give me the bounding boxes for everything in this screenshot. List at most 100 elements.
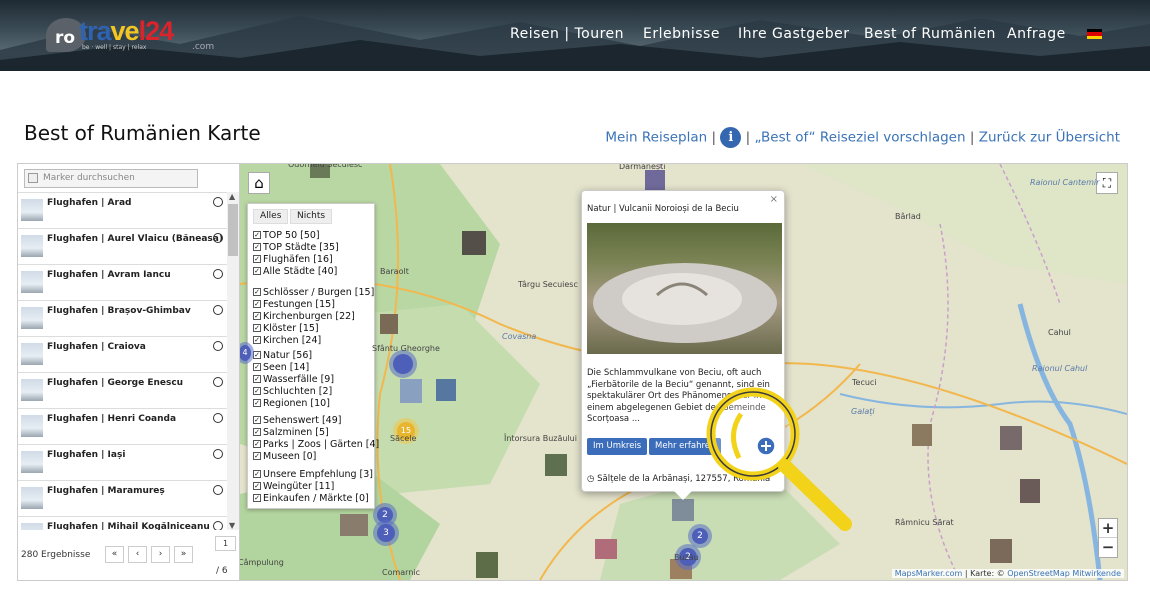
zoom-out-button[interactable]: − xyxy=(1099,538,1117,557)
checkbox-icon[interactable]: ✓ xyxy=(253,299,261,308)
airport-thumbnail xyxy=(21,235,43,257)
checkbox-icon[interactable]: ✓ xyxy=(253,469,261,478)
mapsmarker-link[interactable]: MapsMarker.com xyxy=(895,569,963,578)
marker-cluster[interactable]: 3 xyxy=(373,520,399,546)
nav-gastgeber[interactable]: Ihre Gastgeber xyxy=(738,26,849,44)
radius-button[interactable]: Im Umkreis xyxy=(587,438,648,455)
clock-icon[interactable] xyxy=(213,341,223,351)
filter-item[interactable]: ✓ Alle Städte [40] xyxy=(253,266,337,277)
site-logo[interactable]: ro travel24 be · well | stay | relax .co… xyxy=(46,14,216,54)
checkbox-icon[interactable]: ✓ xyxy=(253,335,261,344)
checkbox-icon[interactable]: ✓ xyxy=(253,439,261,448)
nav-best-of[interactable]: Best of Rumänien xyxy=(864,26,996,44)
scroll-up-icon[interactable]: ▲ xyxy=(229,192,235,201)
checkbox-icon[interactable]: ✓ xyxy=(253,451,261,460)
clock-icon[interactable] xyxy=(213,269,223,279)
german-flag-icon[interactable] xyxy=(1087,29,1102,39)
list-item[interactable]: Flughafen | Iași xyxy=(18,445,227,481)
separator: | xyxy=(711,129,717,146)
filter-item[interactable]: ✓ Unsere Empfehlung [3] xyxy=(253,469,373,480)
osm-link[interactable]: OpenStreetMap Mitwirkende xyxy=(1007,569,1121,578)
clock-icon[interactable] xyxy=(213,485,223,495)
filter-item[interactable]: ✓ Sehenswert [49] xyxy=(253,415,341,426)
checkbox-icon[interactable]: ✓ xyxy=(253,350,261,359)
list-item[interactable]: Flughafen | Avram Iancu xyxy=(18,265,227,301)
back-link[interactable]: Zurück zur Übersicht xyxy=(979,130,1120,146)
select-all-button[interactable]: Alles xyxy=(253,209,289,224)
checkbox-icon[interactable]: ✓ xyxy=(253,323,261,332)
filter-item[interactable]: ✓ Schluchten [2] xyxy=(253,386,332,397)
clock-icon[interactable] xyxy=(213,521,223,530)
checkbox-icon[interactable]: ✓ xyxy=(253,266,261,275)
filter-item[interactable]: ✓ TOP Städte [35] xyxy=(253,242,339,253)
close-icon[interactable]: × xyxy=(770,194,778,205)
filter-item[interactable]: ✓ Weingüter [11] xyxy=(253,481,334,492)
reiseplan-link[interactable]: Mein Reiseplan xyxy=(605,130,707,146)
checkbox-icon[interactable]: ✓ xyxy=(253,374,261,383)
list-item[interactable]: Flughafen | Maramureș xyxy=(18,481,227,517)
checkbox-icon[interactable]: ✓ xyxy=(253,493,261,502)
last-page-button[interactable]: » xyxy=(174,546,193,563)
filter-item[interactable]: ✓ Schlösser / Burgen [15] xyxy=(253,287,374,298)
filter-item[interactable]: ✓ Museen [0] xyxy=(253,451,316,462)
checkbox-icon[interactable]: ✓ xyxy=(253,311,261,320)
list-item[interactable]: Flughafen | Arad xyxy=(18,193,227,229)
map-canvas[interactable]: ⌂ ⛶ Alles Nichts ✓ TOP 50 [50] ✓ TOP Städte… xyxy=(240,164,1127,580)
checkbox-icon[interactable]: ✓ xyxy=(253,481,261,490)
checkbox-icon[interactable]: ✓ xyxy=(253,287,261,296)
clock-icon[interactable] xyxy=(213,197,223,207)
filter-label: Unsere Empfehlung [3] xyxy=(263,469,374,480)
filter-item[interactable]: ✓ Wasserfälle [9] xyxy=(253,374,334,385)
info-icon[interactable]: i xyxy=(720,127,742,148)
filter-item[interactable]: ✓ Kirchen [24] xyxy=(253,335,321,346)
filter-item[interactable]: ✓ Klöster [15] xyxy=(253,323,319,334)
home-icon[interactable]: ⌂ xyxy=(248,172,270,194)
filter-item[interactable]: ✓ Flughäfen [16] xyxy=(253,254,333,265)
checkbox-icon[interactable]: ✓ xyxy=(253,386,261,395)
list-item[interactable]: Flughafen | Craiova xyxy=(18,337,227,373)
list-item[interactable]: Flughafen | Aurel Vlaicu (Băneasa) xyxy=(18,229,227,265)
checkbox-icon[interactable]: ✓ xyxy=(253,362,261,371)
suggest-link[interactable]: „Best of“ Reiseziel vorschlagen xyxy=(755,130,966,146)
filter-item[interactable]: ✓ TOP 50 [50] xyxy=(253,230,320,241)
filter-item[interactable]: ✓ Kirchenburgen [22] xyxy=(253,311,355,322)
filter-item[interactable]: ✓ Salzminen [5] xyxy=(253,427,329,438)
checkbox-icon[interactable]: ✓ xyxy=(253,415,261,424)
checkbox-icon[interactable]: ✓ xyxy=(253,427,261,436)
marker-cluster[interactable] xyxy=(389,350,417,378)
nav-anfrage[interactable]: Anfrage xyxy=(1007,26,1066,44)
checkbox-icon[interactable]: ✓ xyxy=(253,398,261,407)
nav-reisen-touren[interactable]: Reisen | Touren xyxy=(510,26,624,44)
scrollbar-thumb[interactable] xyxy=(228,204,238,256)
list-item[interactable]: Flughafen | Brașov-Ghimbav xyxy=(18,301,227,337)
prev-page-button[interactable]: ‹ xyxy=(128,546,147,563)
nav-erlebnisse[interactable]: Erlebnisse xyxy=(643,26,720,44)
clock-icon[interactable] xyxy=(213,449,223,459)
list-item[interactable]: Flughafen | Mihail Kogălniceanu xyxy=(18,517,227,530)
select-none-button[interactable]: Nichts xyxy=(290,209,333,224)
filter-item[interactable]: ✓ Seen [14] xyxy=(253,362,309,373)
filter-item[interactable]: ✓ Festungen [15] xyxy=(253,299,335,310)
place-label: Târgu Secuiesc xyxy=(518,280,578,289)
filter-item[interactable]: ✓ Natur [56] xyxy=(253,350,312,361)
scroll-down-icon[interactable]: ▼ xyxy=(229,521,235,530)
clock-icon[interactable] xyxy=(213,233,223,243)
clock-icon[interactable] xyxy=(213,305,223,315)
checkbox-icon[interactable]: ✓ xyxy=(253,242,261,251)
zoom-in-button[interactable]: + xyxy=(1099,519,1117,538)
checkbox-icon[interactable]: ✓ xyxy=(253,254,261,263)
filter-label: Wasserfälle [9] xyxy=(263,374,335,385)
filter-item[interactable]: ✓ Regionen [10] xyxy=(253,398,330,409)
page-number-input[interactable]: 1 xyxy=(215,536,236,551)
next-page-button[interactable]: › xyxy=(151,546,170,563)
clock-icon[interactable] xyxy=(213,377,223,387)
marker-search-input[interactable]: Marker durchsuchen xyxy=(24,169,198,188)
clock-icon[interactable] xyxy=(213,413,223,423)
first-page-button[interactable]: « xyxy=(105,546,124,563)
checkbox-icon[interactable]: ✓ xyxy=(253,230,261,239)
list-item[interactable]: Flughafen | Henri Coanda xyxy=(18,409,227,445)
list-scrollbar[interactable]: ▲ ▼ xyxy=(227,192,239,530)
filter-item[interactable]: ✓ Parks | Zoos | Gärten [4] xyxy=(253,439,379,450)
list-item[interactable]: Flughafen | George Enescu xyxy=(18,373,227,409)
filter-item[interactable]: ✓ Einkaufen / Märkte [0] xyxy=(253,493,369,504)
